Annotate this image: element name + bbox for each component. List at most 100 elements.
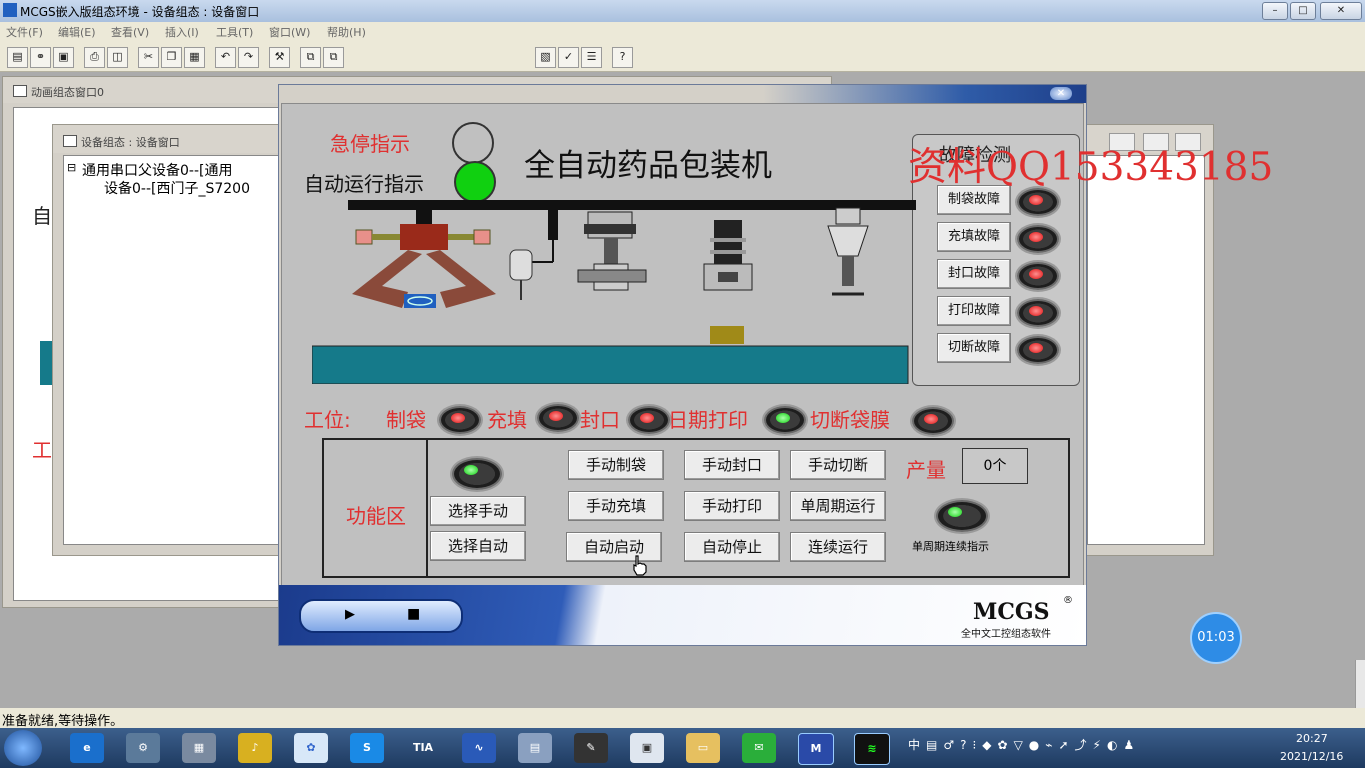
dialog-titlebar: ✕ — [279, 85, 1086, 103]
manual-seal-button[interactable]: 手动封口 — [684, 450, 780, 480]
maximize-button[interactable]: □ — [1290, 2, 1316, 20]
tree-item-device[interactable]: 设备0--[西门子_S7200 — [104, 178, 250, 198]
window-icon[interactable]: ▤ — [7, 47, 28, 68]
dialog-close-button[interactable]: ✕ — [1050, 87, 1072, 100]
manual-auto-lamp — [452, 458, 502, 490]
app-icon — [3, 3, 17, 17]
copy-icon[interactable]: ❐ — [161, 47, 182, 68]
folder-icon[interactable]: ▭ — [686, 733, 720, 763]
app-title: MCGS嵌入版组态环境 - 设备组态 : 设备窗口 — [20, 5, 260, 19]
drawing-icon[interactable]: ✎ — [574, 733, 608, 763]
ie-icon[interactable]: e — [70, 733, 104, 763]
tools-icon[interactable]: ⚒ — [269, 47, 290, 68]
tia-icon[interactable]: TIA — [406, 733, 440, 763]
fault-print-button[interactable]: 打印故障 — [937, 296, 1011, 326]
station-cut-lamp — [912, 407, 954, 435]
machine-title: 全自动药品包装机 — [524, 148, 772, 184]
mcgs-taskbar-icon[interactable]: M — [798, 733, 834, 765]
undo-icon[interactable]: ↶ — [215, 47, 236, 68]
minimize-button[interactable]: – — [1262, 2, 1288, 20]
help-icon[interactable]: ? — [612, 47, 633, 68]
single-cycle-button[interactable]: 单周期运行 — [790, 491, 886, 521]
tree-collapse-icon[interactable]: ⊟ — [67, 161, 76, 174]
step7-icon[interactable]: ∿ — [462, 733, 496, 763]
station-bag-label: 制袋 — [386, 408, 426, 432]
station-label: 工位: — [304, 408, 351, 432]
menu-edit[interactable]: 编辑(E) — [58, 24, 96, 40]
fault-cut-button[interactable]: 切断故障 — [937, 333, 1011, 363]
music-icon[interactable]: ♪ — [238, 733, 272, 763]
wechat-icon[interactable]: ✉ — [742, 733, 776, 763]
player-control: ▶ ■ — [299, 599, 463, 633]
fault-seal-lamp — [1017, 262, 1059, 290]
sealer-machine — [577, 211, 647, 291]
close-button[interactable]: ✕ — [1320, 2, 1362, 20]
manual-bag-button[interactable]: 手动制袋 — [568, 450, 664, 480]
cut-icon[interactable]: ✂ — [138, 47, 159, 68]
station-seal-lamp — [628, 406, 670, 434]
cutter-machine — [827, 207, 869, 296]
printer-machine — [703, 220, 753, 291]
continuous-run-button[interactable]: 连续运行 — [790, 532, 886, 562]
calculator-icon[interactable]: ▦ — [182, 733, 216, 763]
stop-icon[interactable]: ■ — [407, 606, 420, 622]
function-area-label: 功能区 — [346, 504, 406, 528]
cloud-icon[interactable]: ✿ — [294, 733, 328, 763]
link-icon[interactable]: ⚭ — [30, 47, 51, 68]
redo-icon[interactable]: ↷ — [238, 47, 259, 68]
manual-cut-button[interactable]: 手动切断 — [790, 450, 886, 480]
bag-maker-machine — [352, 224, 496, 308]
list-icon[interactable]: ☰ — [581, 47, 602, 68]
clock-date[interactable]: 2021/12/16 — [1280, 750, 1343, 763]
print-icon[interactable]: ⎙ — [84, 47, 105, 68]
mcgs-logo: MCGS — [973, 599, 1050, 625]
play-icon[interactable]: ▶ — [345, 607, 355, 622]
output-label: 产量 — [906, 458, 946, 482]
window-app-icon[interactable]: ▤ — [518, 733, 552, 763]
function-area-divider — [426, 440, 428, 576]
manual-print-button[interactable]: 手动打印 — [684, 491, 780, 521]
device-icon[interactable]: ⧉ — [300, 47, 321, 68]
select-auto-button[interactable]: 选择自动 — [430, 531, 526, 561]
device-window-title: 设备组态 : 设备窗口 — [81, 136, 180, 149]
auto-stop-button[interactable]: 自动停止 — [684, 532, 780, 562]
canvas-text-auto: 自 — [32, 204, 52, 228]
fault-fill-button[interactable]: 充填故障 — [937, 222, 1011, 252]
recording-timer[interactable]: 01:03 — [1190, 612, 1242, 664]
manual-fill-button[interactable]: 手动充填 — [568, 491, 664, 521]
window-small-icon — [63, 135, 77, 147]
clock-time[interactable]: 20:27 — [1296, 732, 1328, 745]
settings-icon[interactable]: ⚙ — [126, 733, 160, 763]
fault-print-lamp — [1017, 299, 1059, 327]
app-title-bar: MCGS嵌入版组态环境 - 设备组态 : 设备窗口 – □ ✕ — [0, 0, 1365, 22]
fault-seal-button[interactable]: 封口故障 — [937, 259, 1011, 289]
save-icon[interactable]: ▣ — [53, 47, 74, 68]
document-icon[interactable]: ▣ — [630, 733, 664, 763]
menu-help[interactable]: 帮助(H) — [327, 24, 366, 40]
device2-icon[interactable]: ⧉ — [323, 47, 344, 68]
device-tree[interactable]: ⊟ 通用串口父设备0--[通用 设备0--[西门子_S7200 — [63, 155, 281, 545]
tree-item-parent-device[interactable]: 通用串口父设备0--[通用 — [82, 160, 232, 180]
menu-insert[interactable]: 插入(I) — [165, 24, 199, 40]
check-icon[interactable]: ✓ — [558, 47, 579, 68]
station-cut-label: 切断袋膜 — [810, 408, 890, 432]
status-bar: 准备就绪,等待操作。 — [0, 708, 1365, 729]
monitor-icon[interactable]: ≋ — [854, 733, 890, 765]
product-box — [710, 326, 744, 344]
estop-label: 急停指示 — [330, 132, 410, 156]
dialog-footer: ▶ ■ MCGS ® 全中文工控组态软件 — [279, 585, 1086, 645]
canvas-text-station: 工 — [32, 438, 52, 462]
properties-icon[interactable]: ▧ — [535, 47, 556, 68]
menu-tools[interactable]: 工具(T) — [216, 24, 253, 40]
paste-icon[interactable]: ▦ — [184, 47, 205, 68]
system-tray-icons[interactable]: 中▤♂?⁝◆✿▽●⌁➚⤴⚡◐♟ — [908, 736, 1158, 758]
menu-file[interactable]: 文件(F) — [6, 24, 43, 40]
menu-view[interactable]: 查看(V) — [111, 24, 149, 40]
select-manual-button[interactable]: 选择手动 — [430, 496, 526, 526]
auto-run-label: 自动运行指示 — [304, 172, 424, 196]
start-button[interactable] — [4, 730, 42, 766]
fault-fill-lamp — [1017, 225, 1059, 253]
preview-icon[interactable]: ◫ — [107, 47, 128, 68]
menu-window[interactable]: 窗口(W) — [269, 24, 310, 40]
browser-icon[interactable]: S — [350, 733, 384, 763]
